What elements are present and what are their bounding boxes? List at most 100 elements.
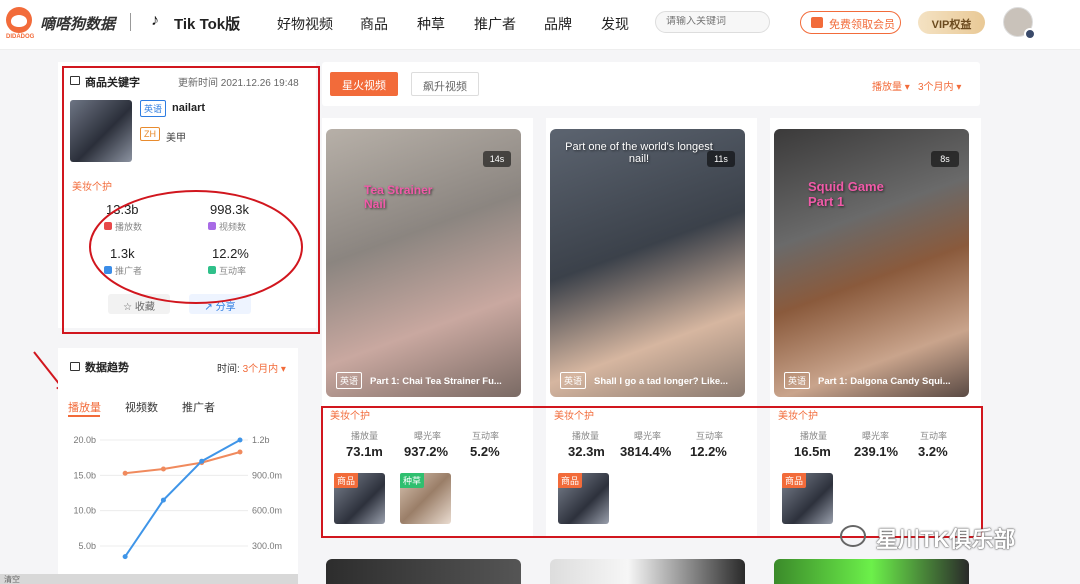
video-thumbnail[interactable] <box>774 559 969 584</box>
metric-engagement: 3.2% <box>918 444 948 459</box>
nav-seeding[interactable]: 种草 <box>417 14 445 34</box>
metric-exposure: 239.1% <box>854 444 899 459</box>
product-tag: 商品 <box>558 473 583 488</box>
bag-icon <box>70 76 80 85</box>
video-overlay-text: Tea Strainer Nail <box>364 183 433 211</box>
keyword-zh: 美甲 <box>166 133 186 144</box>
logo-subtitle: DIDADOG <box>6 34 35 40</box>
video-duration: 14s <box>483 151 511 167</box>
chevron-down-icon: ▾ <box>956 82 962 93</box>
metric-label: 播放量 <box>572 431 600 441</box>
metric-label: 互动率 <box>920 431 948 441</box>
video-overlay-text: Squid Game Part 1 <box>808 179 884 209</box>
tab-videos[interactable]: 视频数 <box>125 399 158 415</box>
chevron-down-icon: ▾ <box>904 82 910 93</box>
bottom-status: 清空 <box>0 574 298 584</box>
video-duration: 11s <box>707 151 735 167</box>
video-caption: Shall I go a tad longer? Like... <box>594 376 729 387</box>
video-caption: Part 1: Chai Tea Strainer Fu... <box>370 376 502 387</box>
product-tag: 商品 <box>334 473 359 488</box>
nav-good-videos[interactable]: 好物视频 <box>277 14 333 34</box>
product-thumbnail[interactable]: 商品 <box>782 473 833 524</box>
tab-plays[interactable]: 播放量 <box>68 399 101 415</box>
metric-label: 曝光率 <box>634 431 662 441</box>
vip-button[interactable]: VIP权益 <box>918 11 985 34</box>
active-tab-underline <box>68 415 100 417</box>
gift-icon <box>811 17 823 28</box>
video-thumbnail[interactable] <box>326 559 521 584</box>
nav-discover[interactable]: 发现 <box>601 14 629 34</box>
data-point <box>199 458 205 464</box>
en-tag: 英语 <box>140 100 167 117</box>
metric-engagement: 5.2% <box>470 444 500 459</box>
nav-brands[interactable]: 品牌 <box>544 14 572 34</box>
y-right-tick-label: 900.0m <box>252 470 282 480</box>
wechat-icon <box>840 525 866 547</box>
product-tag: 商品 <box>782 473 807 488</box>
metric-exposure: 3814.4% <box>620 444 672 459</box>
watermark-text: 星川TK俱乐部 <box>876 527 1016 552</box>
tab-promoters[interactable]: 推广者 <box>182 399 215 415</box>
keyword-en: nailart <box>172 102 206 114</box>
search-input[interactable] <box>666 16 759 27</box>
product-thumbnail[interactable]: 商品 <box>334 473 385 524</box>
hot-videos-button[interactable]: 星火视频 <box>330 72 398 96</box>
y-left-tick-label: 5.0b <box>78 541 96 551</box>
y-right-tick-label: 300.0m <box>252 541 282 551</box>
nav-promoters[interactable]: 推广者 <box>474 14 516 34</box>
video-thumbnail[interactable]: Squid Game Part 1 8s 英语 Part 1: Dalgona … <box>774 129 969 397</box>
video-thumbnail[interactable]: Part one of the world's longest nail! 11… <box>550 129 745 397</box>
keyword-thumbnail <box>70 100 132 162</box>
top-nav: DIDADOG 嘀嗒狗数据 ♪ Tik Tok版 好物视频 商品 种草 推广者 … <box>0 0 1080 50</box>
video-thumbnail[interactable] <box>550 559 745 584</box>
video-category: 美妆个护 <box>778 411 818 422</box>
metric-engagement: 12.2% <box>690 444 727 459</box>
trend-card: 数据趋势 时间: 3个月内 ▾ 播放量 视频数 推广者 20.0b 1.2b 15.… <box>58 348 298 584</box>
data-point <box>160 466 166 472</box>
video-card[interactable]: Tea Strainer Nail 14s 英语 Part 1: Chai Te… <box>322 118 533 536</box>
metric-plays: 16.5m <box>794 444 831 459</box>
free-vip-button[interactable]: 免费领取会员 <box>800 11 901 34</box>
nav-products[interactable]: 商品 <box>360 14 388 34</box>
data-point <box>122 470 128 476</box>
metric-label: 曝光率 <box>862 431 890 441</box>
product-tag: 种草 <box>400 473 425 488</box>
avatar-badge-icon <box>1024 28 1036 40</box>
series-line <box>125 451 241 475</box>
y-right-tick-label: 1.2b <box>252 435 270 445</box>
video-thumbnail[interactable]: Tea Strainer Nail 14s 英语 Part 1: Chai Te… <box>326 129 521 397</box>
rising-videos-button[interactable]: 飙升视频 <box>411 72 479 96</box>
metric-label: 互动率 <box>696 431 724 441</box>
lang-tag: 英语 <box>336 372 363 389</box>
video-category: 美妆个护 <box>330 411 370 422</box>
video-card[interactable]: Part one of the world's longest nail! 11… <box>546 118 757 536</box>
time-filter[interactable]: 时间: 3个月内 ▾ <box>217 360 286 375</box>
video-overlay-text: Part one of the world's longest nail! <box>565 141 713 165</box>
keyword-card-title: 商品关键字 <box>85 77 140 89</box>
metric-label: 播放量 <box>351 431 379 441</box>
y-left-tick-label: 15.0b <box>73 470 96 480</box>
data-point <box>160 497 166 503</box>
divider <box>130 13 131 31</box>
product-thumbnail[interactable]: 商品 <box>558 473 609 524</box>
dog-logo-icon[interactable] <box>6 7 32 33</box>
search-box[interactable] <box>655 11 770 33</box>
data-point <box>237 449 243 455</box>
metric-label: 互动率 <box>472 431 500 441</box>
product-thumbnail[interactable]: 种草 <box>400 473 451 524</box>
sort-time[interactable]: 3个月内 ▾ <box>918 78 961 93</box>
y-left-tick-label: 20.0b <box>73 435 96 445</box>
brand-name[interactable]: 嘀嗒狗数据 <box>40 13 115 34</box>
lang-tag: 英语 <box>784 372 811 389</box>
update-time: 更新时间 2021.12.26 19:48 <box>178 78 299 89</box>
video-duration: 8s <box>931 151 959 167</box>
tiktok-icon: ♪ <box>151 12 159 29</box>
trend-title: 数据趋势 <box>85 362 129 374</box>
filter-bar: 星火视频 飙升视频 播放量 ▾ 3个月内 ▾ <box>322 62 980 106</box>
video-card[interactable]: Squid Game Part 1 8s 英语 Part 1: Dalgona … <box>770 118 981 536</box>
lang-tag: 英语 <box>560 372 587 389</box>
sort-plays[interactable]: 播放量 ▾ <box>872 78 910 93</box>
y-left-tick-label: 10.0b <box>73 506 96 516</box>
metric-label: 播放量 <box>800 431 828 441</box>
metric-label: 曝光率 <box>414 431 442 441</box>
